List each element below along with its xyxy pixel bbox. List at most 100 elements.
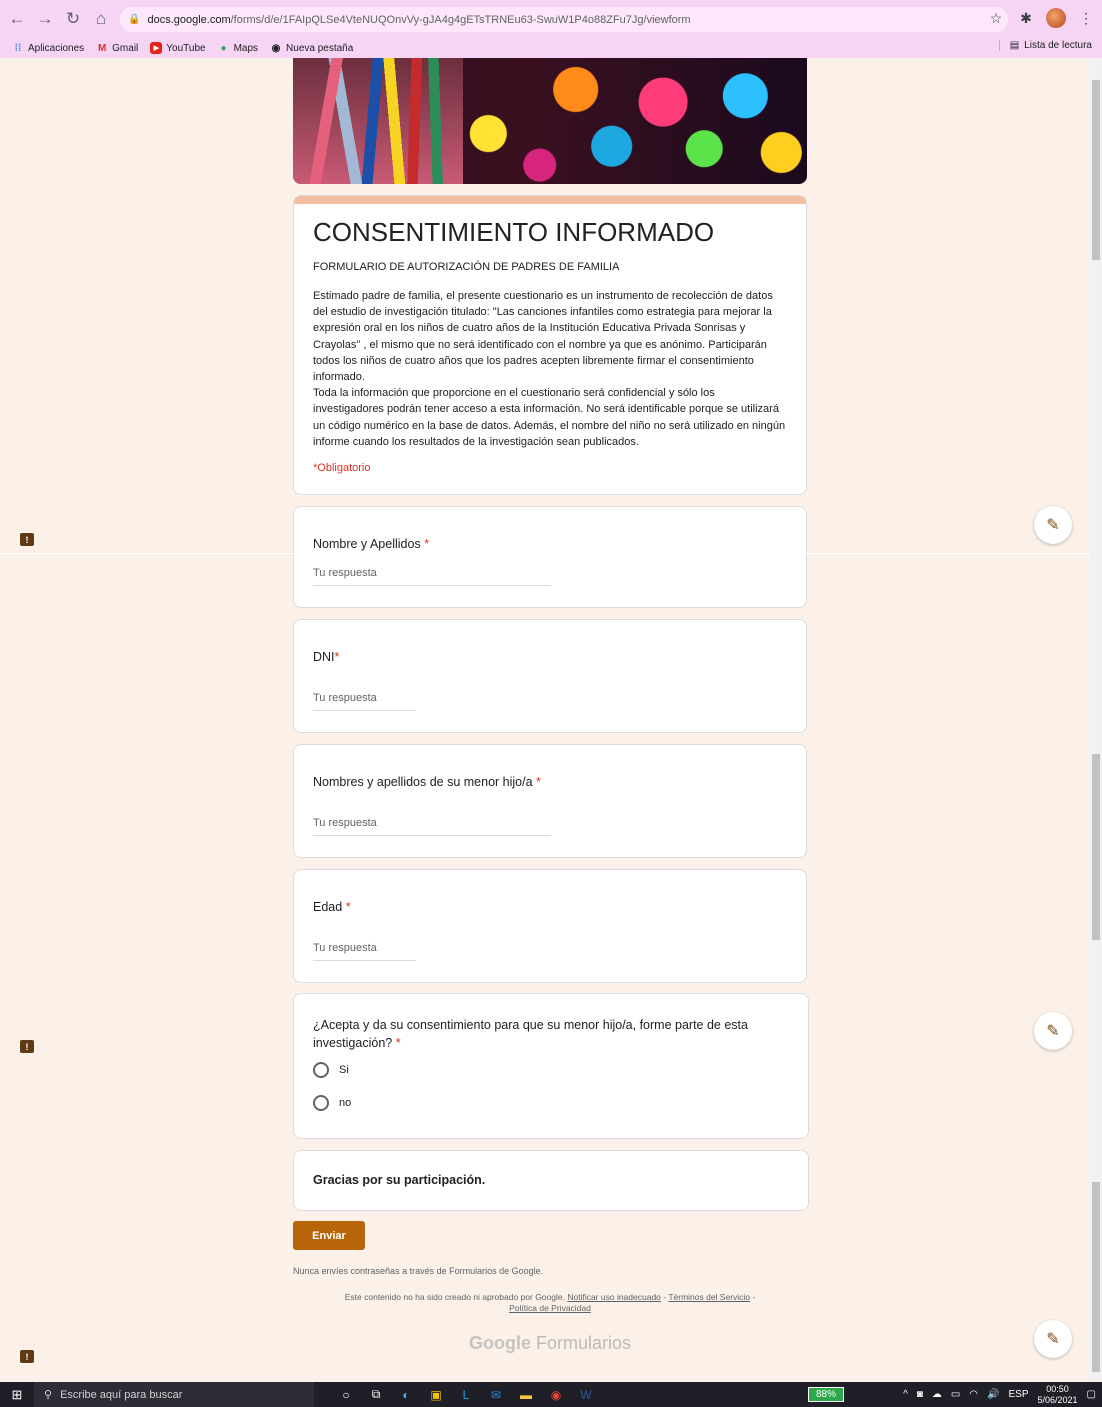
radio-option-no[interactable]: no — [313, 1095, 789, 1111]
bookmark-label: Nueva pestaña — [286, 42, 354, 54]
file-explorer-icon[interactable]: ▬ — [514, 1382, 538, 1407]
required-note: *Obligatorio — [313, 462, 371, 475]
question-card-consent: ¿Acepta y da su consentimiento para que … — [293, 993, 809, 1139]
meet-icon[interactable]: ◙ — [917, 1389, 923, 1400]
more-menu-icon[interactable]: ⋮ — [1076, 8, 1096, 28]
apps-grid-icon: ⁞⁞ — [14, 42, 22, 54]
profile-avatar[interactable] — [1046, 8, 1066, 28]
radio-button[interactable] — [313, 1095, 329, 1111]
bookmark-label: Gmail — [112, 42, 139, 54]
reading-list-button[interactable]: ▤ Lista de lectura — [998, 40, 1092, 51]
onedrive-icon[interactable]: ☁ — [932, 1389, 942, 1400]
star-icon[interactable]: ☆ — [986, 8, 1006, 28]
extensions-puzzle-icon[interactable]: ✱ — [1016, 8, 1036, 28]
home-icon[interactable]: ⌂ — [90, 8, 112, 30]
child-name-input[interactable]: Tu respuesta — [313, 817, 551, 836]
scroll-thumb[interactable] — [1092, 754, 1100, 940]
scrollbar[interactable] — [1090, 58, 1102, 1380]
question-card-dni: DNI* Tu respuesta — [293, 619, 807, 733]
url-host: docs.google.com — [147, 13, 231, 26]
bookmark-label: Aplicaciones — [28, 42, 85, 54]
search-placeholder: Escribe aquí para buscar — [60, 1388, 183, 1401]
dni-input[interactable]: Tu respuesta — [313, 692, 416, 711]
browser-toolbar: ← → ↻ ⌂ 🔒 docs.google.com/forms/d/e/1FAI… — [0, 0, 1102, 38]
radio-button[interactable] — [313, 1062, 329, 1078]
maps-icon: ● — [220, 42, 227, 54]
system-tray: ^ ◙ ☁ ▭ ◠ 🔊 ESP 00:50 5/06/2021 ▢ — [903, 1382, 1096, 1407]
feedback-icon[interactable]: ! — [20, 533, 34, 546]
report-abuse-link[interactable]: Notificar uso inadecuado — [567, 1292, 661, 1302]
form-title: CONSENTIMIENTO INFORMADO — [313, 217, 715, 247]
clock[interactable]: 00:50 5/06/2021 — [1038, 1384, 1078, 1406]
taskbar-search[interactable]: ⚲ Escribe aquí para buscar — [34, 1382, 314, 1407]
reading-list-label: Lista de lectura — [1024, 40, 1092, 51]
thanks-card: Gracias por su participación. — [293, 1150, 809, 1211]
radio-label: Si — [339, 1064, 349, 1076]
form-subtitle: FORMULARIO DE AUTORIZACIÓN DE PADRES DE … — [313, 261, 620, 273]
edit-pencil-icon[interactable]: ✎ — [1034, 1320, 1072, 1358]
url-path: /forms/d/e/1FAIpQLSe4VteNUQOnvVy-gJA4g4g… — [230, 13, 691, 26]
edit-pencil-icon[interactable]: ✎ — [1034, 1012, 1072, 1050]
edit-pencil-icon[interactable]: ✎ — [1034, 506, 1072, 544]
terms-link[interactable]: Términos del Servicio — [668, 1292, 750, 1302]
bookmark-maps[interactable]: ● Maps — [218, 42, 258, 54]
password-warning: Nunca envíes contraseñas a través de For… — [293, 1266, 544, 1276]
battery-icon[interactable]: ▭ — [951, 1389, 960, 1400]
question-title: ¿Acepta y da su consentimiento para que … — [313, 1018, 748, 1050]
lock-icon: 🔒 — [128, 14, 141, 25]
bookmark-aplicaciones[interactable]: ⁞⁞ Aplicaciones — [12, 42, 85, 54]
store-icon[interactable]: ▣ — [424, 1382, 448, 1407]
volume-icon[interactable]: 🔊 — [987, 1389, 999, 1400]
form-page: CONSENTIMIENTO INFORMADO FORMULARIO DE A… — [0, 58, 1090, 1380]
feedback-icon[interactable]: ! — [20, 1350, 34, 1363]
feedback-icon[interactable]: ! — [20, 1040, 34, 1053]
privacy-link[interactable]: Política de Privacidad — [509, 1303, 591, 1313]
reading-list-icon: ▤ — [1009, 40, 1020, 51]
wifi-icon[interactable]: ◠ — [969, 1389, 978, 1400]
windows-start-icon[interactable]: ⊞ — [0, 1382, 34, 1407]
notifications-icon[interactable]: ▢ — [1087, 1389, 1096, 1400]
screenshot-seam — [0, 553, 1102, 554]
globe-icon: ◉ — [271, 42, 281, 54]
task-view-icon[interactable]: ⧉ — [364, 1382, 388, 1407]
forward-arrow-icon[interactable]: → — [34, 8, 56, 30]
clock-time: 00:50 — [1046, 1383, 1069, 1394]
edge-icon[interactable]: ◐ — [394, 1382, 418, 1407]
word-icon[interactable]: W — [574, 1382, 598, 1407]
bookmark-nueva-pestana[interactable]: ◉ Nueva pestaña — [270, 42, 354, 54]
reload-icon[interactable]: ↻ — [62, 8, 84, 30]
mail-app-icon[interactable]: ✉ — [484, 1382, 508, 1407]
question-title: DNI* — [313, 650, 340, 664]
footer-disclaimer: Este contenido no ha sido creado ni apro… — [344, 1292, 756, 1313]
age-input[interactable]: Tu respuesta — [313, 942, 416, 961]
l-app-icon[interactable]: L — [454, 1382, 478, 1407]
question-card-name: Nombre y Apellidos * Tu respuesta — [293, 506, 807, 608]
form-header-image — [293, 58, 807, 184]
search-icon: ⚲ — [44, 1389, 53, 1401]
bookmark-gmail[interactable]: M Gmail — [96, 42, 138, 54]
thanks-text: Gracias por su participación. — [313, 1173, 486, 1187]
chrome-icon[interactable]: ◉ — [544, 1382, 568, 1407]
chevron-up-icon[interactable]: ^ — [903, 1389, 908, 1400]
bookmark-youtube[interactable]: ▶ YouTube — [150, 42, 206, 54]
clock-date: 5/06/2021 — [1037, 1394, 1078, 1405]
battery-indicator[interactable]: 88% — [808, 1387, 844, 1402]
question-title: Nombres y apellidos de su menor hijo/a * — [313, 775, 541, 789]
language-indicator[interactable]: ESP — [1008, 1389, 1028, 1400]
bookmark-label: Maps — [233, 42, 259, 54]
youtube-icon: ▶ — [150, 42, 163, 54]
cortana-icon[interactable]: ○ — [334, 1382, 358, 1407]
radio-label: no — [339, 1097, 352, 1109]
submit-button[interactable]: Enviar — [293, 1221, 365, 1250]
gmail-icon: M — [97, 42, 107, 54]
question-card-child-name: Nombres y apellidos de su menor hijo/a *… — [293, 744, 807, 858]
google-forms-logo[interactable]: Google Formularios — [293, 1333, 807, 1354]
question-title: Nombre y Apellidos * — [313, 537, 430, 551]
browser-chrome: ← → ↻ ⌂ 🔒 docs.google.com/forms/d/e/1FAI… — [0, 0, 1102, 58]
radio-option-si[interactable]: Si — [313, 1062, 789, 1078]
scroll-thumb[interactable] — [1092, 1182, 1100, 1372]
back-arrow-icon[interactable]: ← — [6, 8, 28, 30]
name-input[interactable]: Tu respuesta — [313, 567, 551, 586]
address-bar[interactable]: 🔒 docs.google.com/forms/d/e/1FAIpQLSe4Vt… — [120, 7, 1008, 32]
scroll-thumb[interactable] — [1092, 80, 1100, 260]
